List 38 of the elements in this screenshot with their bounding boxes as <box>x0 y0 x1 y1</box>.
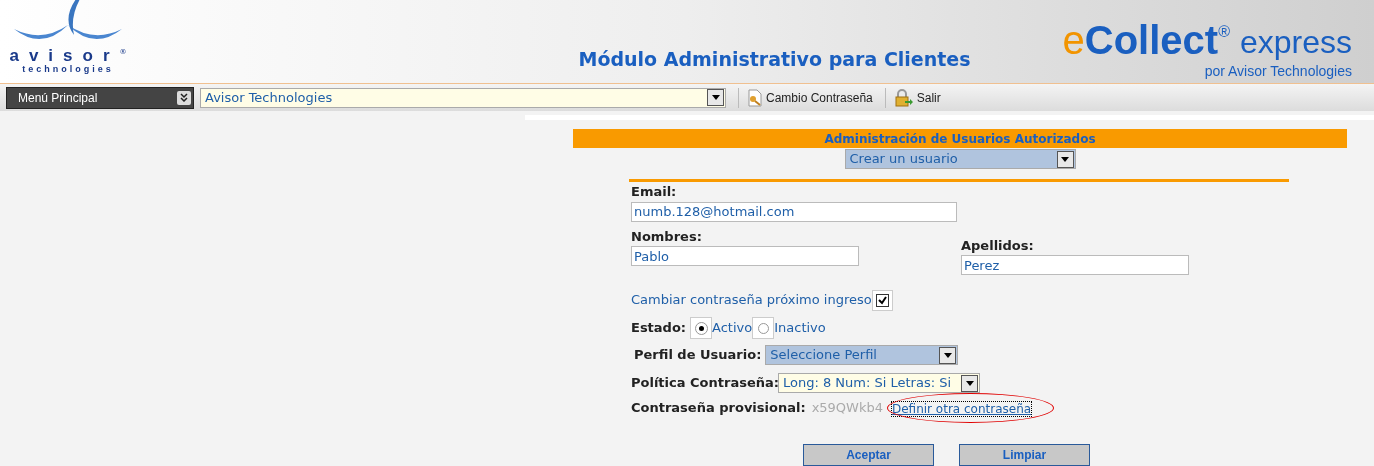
client-dropdown[interactable]: Avisor Technologies <box>200 87 726 108</box>
registered-mark: ® <box>1218 22 1230 40</box>
brand-logo: eCollect <box>1062 20 1219 60</box>
field-label: Apellidos: <box>961 236 1035 255</box>
checkbox-label: Cambiar contraseña próximo ingreso <box>631 291 872 310</box>
toolbar-button[interactable]: Salir <box>893 86 941 109</box>
radio-button[interactable] <box>757 322 769 334</box>
field-label: Política Contraseña: <box>631 374 778 393</box>
field-label: Contraseña provisional: <box>631 399 806 418</box>
toolbar-button[interactable]: Cambio Contraseña <box>747 86 873 109</box>
form-button[interactable]: Limpiar <box>959 444 1090 466</box>
define-password-link[interactable]: Definir otra contraseña <box>891 401 1033 417</box>
expand-icon <box>177 90 191 105</box>
page-title: Módulo Administrativo para Clientes <box>578 46 971 72</box>
email-field[interactable]: numb.128@hotmail.com <box>631 201 957 222</box>
main-menu-button[interactable]: Menú Principal <box>6 86 194 109</box>
brand-suffix: express <box>1239 23 1352 62</box>
field-label: Perfil de Usuario: <box>634 346 762 365</box>
field-label: Estado: <box>631 319 687 338</box>
profile-dropdown[interactable]: Seleccione Perfil <box>765 345 959 365</box>
brand-byline: por Avisor Technologies <box>1204 64 1352 79</box>
checkmark-icon <box>877 295 887 305</box>
policy-dropdown[interactable]: Long: 8 Num: Si Letras: Si <box>778 373 980 393</box>
form-button[interactable]: Aceptar <box>803 444 934 466</box>
first-name-field[interactable]: Pablo <box>631 246 859 266</box>
checkbox[interactable] <box>871 289 893 311</box>
padlock-icon <box>893 88 914 107</box>
logo-tagline: technologies <box>22 64 114 75</box>
field-label: Email: <box>631 183 678 201</box>
action-dropdown[interactable]: Crear un usuario <box>844 149 1076 169</box>
temporary-password: x59QWkb4 <box>811 399 883 418</box>
key-page-icon <box>747 88 763 107</box>
section-title-bar: Administración de Usuarios Autorizados <box>573 129 1347 148</box>
field-label: Nombres: <box>631 227 703 246</box>
radio-label: Inactivo <box>774 319 826 338</box>
radio-label: Activo <box>712 319 753 338</box>
logo-wordmark: avisor <box>9 47 120 64</box>
last-name-field[interactable]: Perez <box>961 255 1189 275</box>
